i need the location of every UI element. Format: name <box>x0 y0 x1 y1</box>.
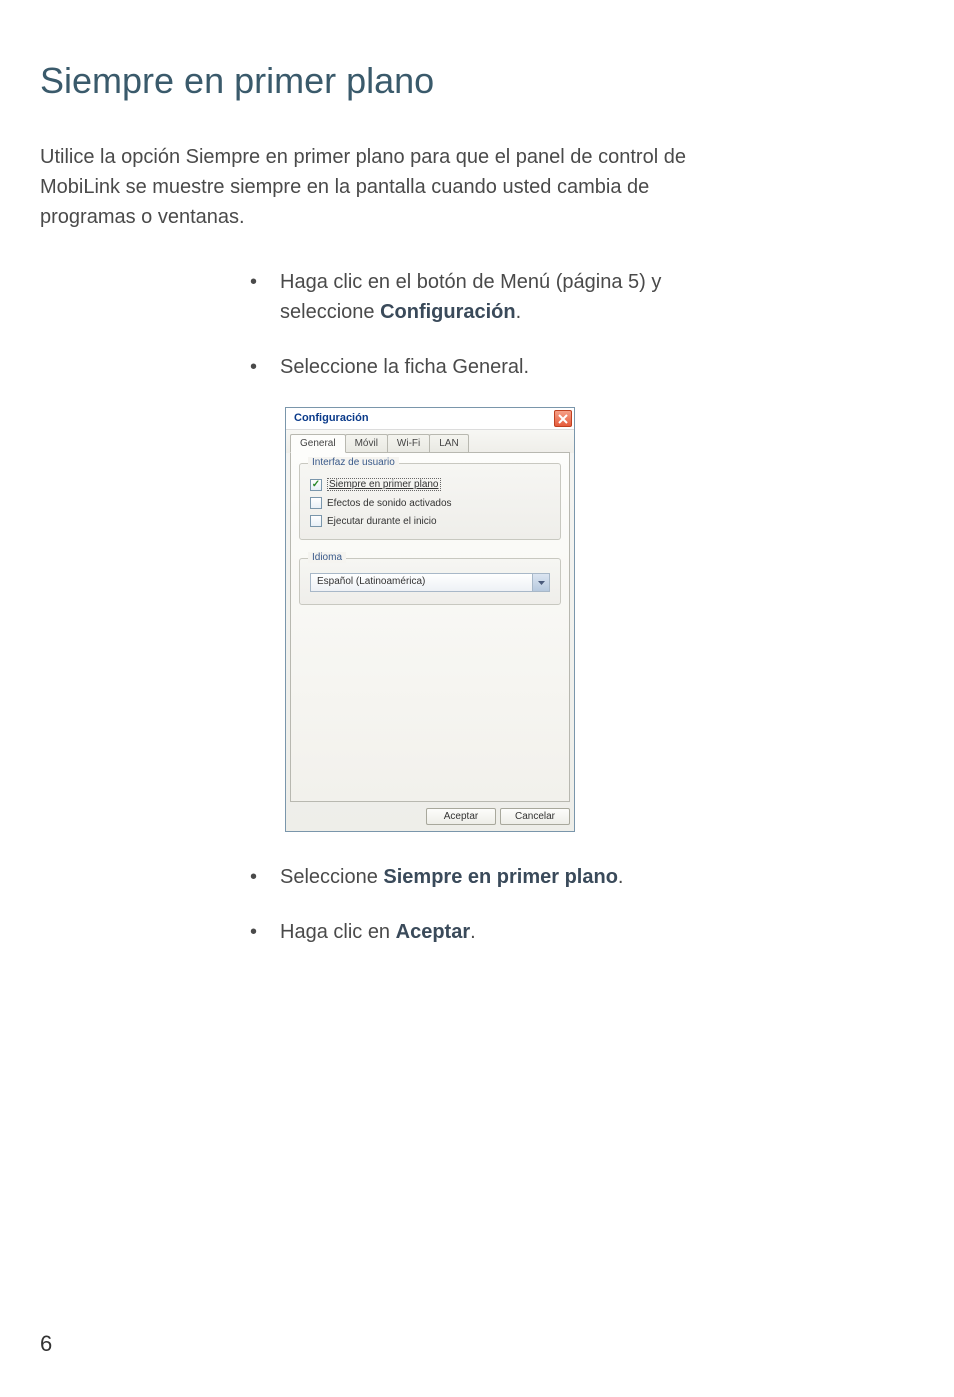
checkbox-always-top[interactable] <box>310 479 322 491</box>
tab-general[interactable]: General <box>290 434 346 453</box>
language-group: Idioma Español (Latinoamérica) <box>299 558 561 605</box>
tab-lan[interactable]: LAN <box>429 434 468 453</box>
list-item: Seleccione Siempre en primer plano. <box>240 862 740 892</box>
list-item-text: Seleccione la ficha General. <box>280 356 529 378</box>
list-item: Haga clic en Aceptar. <box>240 917 740 947</box>
configuration-dialog: Configuración General Móvil Wi-Fi LAN In… <box>285 407 575 832</box>
page-number: 6 <box>40 1331 52 1357</box>
page-title: Siempre en primer plano <box>40 60 914 102</box>
ui-group: Interfaz de usuario Siempre en primer pl… <box>299 463 561 540</box>
dropdown-button[interactable] <box>532 574 549 591</box>
bold-term: Aceptar <box>396 921 470 943</box>
list-item-text: Seleccione <box>280 866 383 888</box>
close-icon <box>558 414 568 424</box>
checkbox-sound-label[interactable]: Efectos de sonido activados <box>327 498 452 509</box>
list-item-text: . <box>470 921 476 943</box>
tab-panel-general: Interfaz de usuario Siempre en primer pl… <box>290 452 570 802</box>
checkbox-startup-label[interactable]: Ejecutar durante el inicio <box>327 516 437 527</box>
instruction-list-continued: Seleccione Siempre en primer plano. Haga… <box>240 862 740 947</box>
checkbox-always-top-row: Siempre en primer plano <box>310 478 550 491</box>
list-item: Haga clic en el botón de Menú (página 5)… <box>240 267 740 327</box>
cancel-button[interactable]: Cancelar <box>500 808 570 825</box>
checkbox-startup[interactable] <box>310 515 322 527</box>
list-item-text: . <box>516 301 522 323</box>
tab-wifi[interactable]: Wi-Fi <box>387 434 430 453</box>
checkbox-always-top-label[interactable]: Siempre en primer plano <box>327 478 441 491</box>
intro-paragraph: Utilice la opción Siempre en primer plan… <box>40 142 700 232</box>
ok-button[interactable]: Aceptar <box>426 808 496 825</box>
language-dropdown-value: Español (Latinoamérica) <box>311 574 532 591</box>
bold-term: Siempre en primer plano <box>383 866 618 888</box>
tab-movil[interactable]: Móvil <box>345 434 388 453</box>
tab-strip: General Móvil Wi-Fi LAN <box>286 430 574 453</box>
checkbox-startup-row: Ejecutar durante el inicio <box>310 515 550 527</box>
language-dropdown[interactable]: Español (Latinoamérica) <box>310 573 550 592</box>
list-item: Seleccione la ficha General. <box>240 352 740 382</box>
close-button[interactable] <box>554 410 572 427</box>
dialog-titlebar: Configuración <box>286 408 574 430</box>
list-item-text: . <box>618 866 624 888</box>
checkbox-sound[interactable] <box>310 497 322 509</box>
dialog-button-row: Aceptar Cancelar <box>286 802 574 825</box>
bold-term: Configuración <box>380 301 516 323</box>
instruction-list: Haga clic en el botón de Menú (página 5)… <box>240 267 740 382</box>
chevron-down-icon <box>538 581 545 585</box>
language-group-legend: Idioma <box>308 552 346 563</box>
list-item-text: Haga clic en <box>280 921 396 943</box>
checkbox-sound-row: Efectos de sonido activados <box>310 497 550 509</box>
dialog-title: Configuración <box>286 409 377 427</box>
ui-group-legend: Interfaz de usuario <box>308 457 399 468</box>
